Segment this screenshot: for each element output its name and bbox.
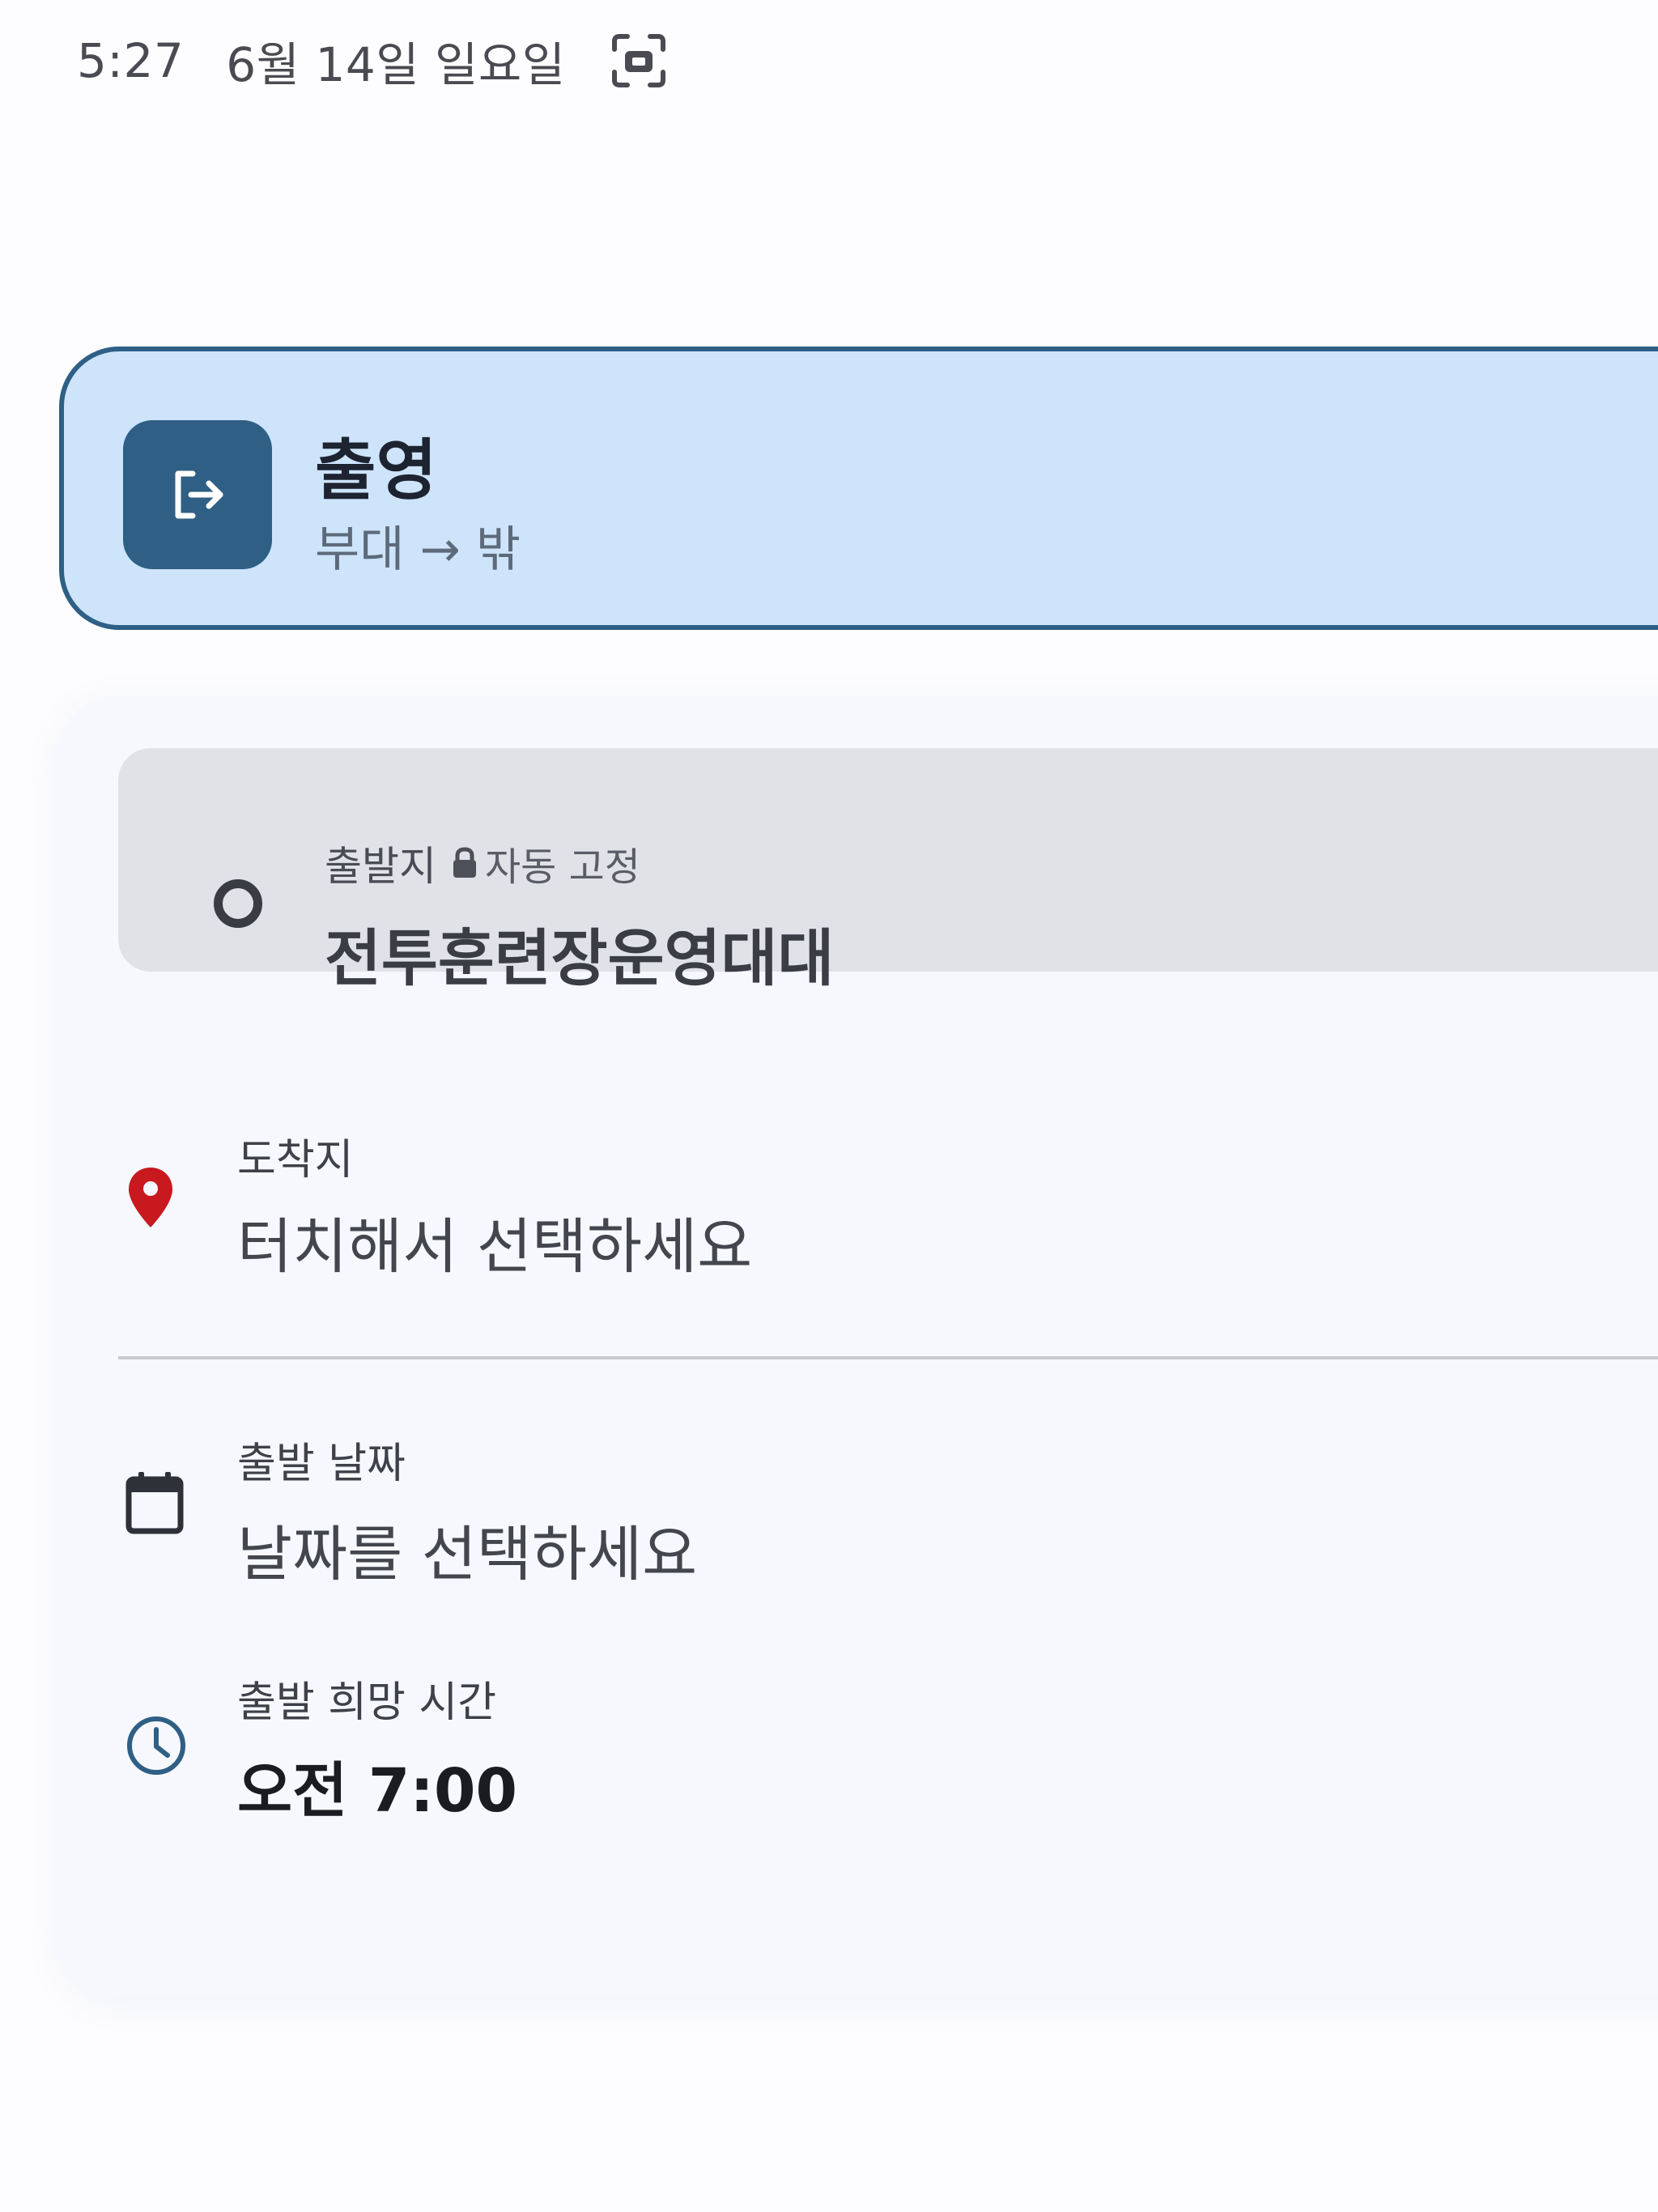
lock-badge: 자동 고정 — [449, 835, 640, 891]
origin-label-row: 출발지 자동 고정 — [325, 834, 640, 892]
origin-field: 출발지 자동 고정 전투훈련장운영대대 — [118, 748, 1658, 994]
status-bar: 5:27 6월 14일 일요일 — [77, 24, 668, 97]
trip-form-card: 출발지 자동 고정 전투훈련장운영대대 도착지 터치해서 선택하세요 출발 날짜… — [59, 696, 1658, 1997]
calendar-icon — [125, 1472, 184, 1534]
departure-time-label: 출발 희망 시간 — [237, 1678, 497, 1727]
divider — [118, 1356, 1658, 1359]
status-time: 5:27 — [77, 33, 185, 88]
screenshot-icon — [611, 34, 665, 87]
destination-placeholder[interactable]: 터치해서 선택하세요 — [237, 1198, 752, 1285]
departure-time-value[interactable]: 오전 7:00 — [237, 1742, 517, 1829]
destination-label: 도착지 — [237, 1136, 354, 1185]
trip-type-card[interactable]: 출영 부대 → 밖 — [59, 347, 1658, 630]
lock-icon — [453, 847, 476, 878]
app-screen: 5:27 6월 14일 일요일 출영 부대 → 밖 출발지 자동 고정 전투훈련… — [0, 0, 1658, 2212]
departure-date-placeholder[interactable]: 날짜를 선택하세요 — [237, 1506, 697, 1593]
trip-type-subtitle: 부대 → 밖 — [315, 521, 521, 578]
trip-type-icon-box — [123, 420, 272, 569]
trip-type-title: 출영 — [315, 432, 437, 509]
lock-text: 자동 고정 — [485, 844, 640, 890]
departure-date-label: 출발 날짜 — [237, 1440, 406, 1488]
status-date: 6월 14일 일요일 — [226, 37, 566, 92]
clock-icon — [127, 1716, 185, 1775]
origin-value: 전투훈련장운영대대 — [325, 922, 835, 994]
origin-ring-icon — [214, 879, 262, 928]
origin-label: 출발지 — [325, 843, 436, 890]
location-pin-icon — [129, 1168, 172, 1227]
exit-icon — [175, 470, 223, 519]
